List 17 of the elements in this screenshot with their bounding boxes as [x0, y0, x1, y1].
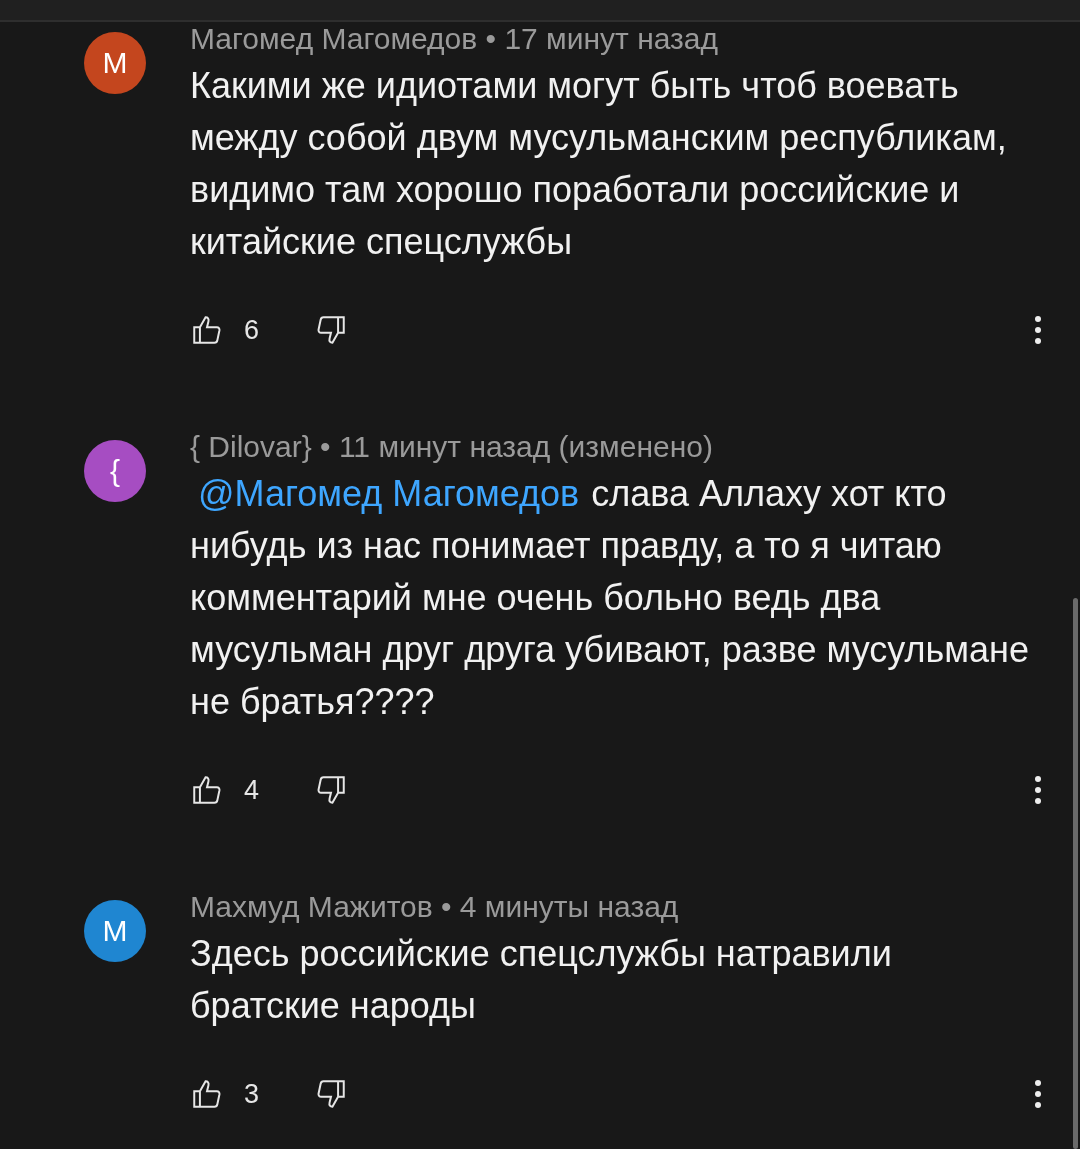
comment-text: Здесь российские спецслужбы натравили братские народы [190, 932, 893, 1028]
comment-meta: Махмуд Мажитов • 4 минуты назад [190, 890, 680, 924]
like-count: 3 [244, 1078, 261, 1110]
scrollbar[interactable] [1073, 598, 1078, 1149]
more-icon [1034, 775, 1042, 805]
comment-meta: Магомед Магомедов • 17 минут назад [190, 22, 719, 56]
avatar: M [84, 32, 146, 94]
more-icon [1034, 1079, 1042, 1109]
more-icon [1034, 315, 1042, 345]
mention-link[interactable]: @Магомед Магомедов [198, 473, 580, 514]
avatar: M [84, 900, 146, 962]
comment-text: @Магомед Магомедов слава Аллаху хот кто нибудь из нас понимает правду, а то я читаю комментарий мне очень больно ведь два мусульман друг друга убивают, разве мусульмане не братья???? [190, 472, 1030, 724]
avatar: { [84, 440, 146, 502]
like-count: 6 [244, 314, 261, 346]
comment-meta: { Dilovar} • 11 минут назад (изменено) [190, 430, 714, 464]
comment-text: Какими же идиотами могут быть чтоб воевать между собой двум мусульманским республикам, видимо там хорошо поработали российские и китайские спецслужбы [190, 64, 1008, 264]
like-count: 4 [244, 774, 261, 806]
